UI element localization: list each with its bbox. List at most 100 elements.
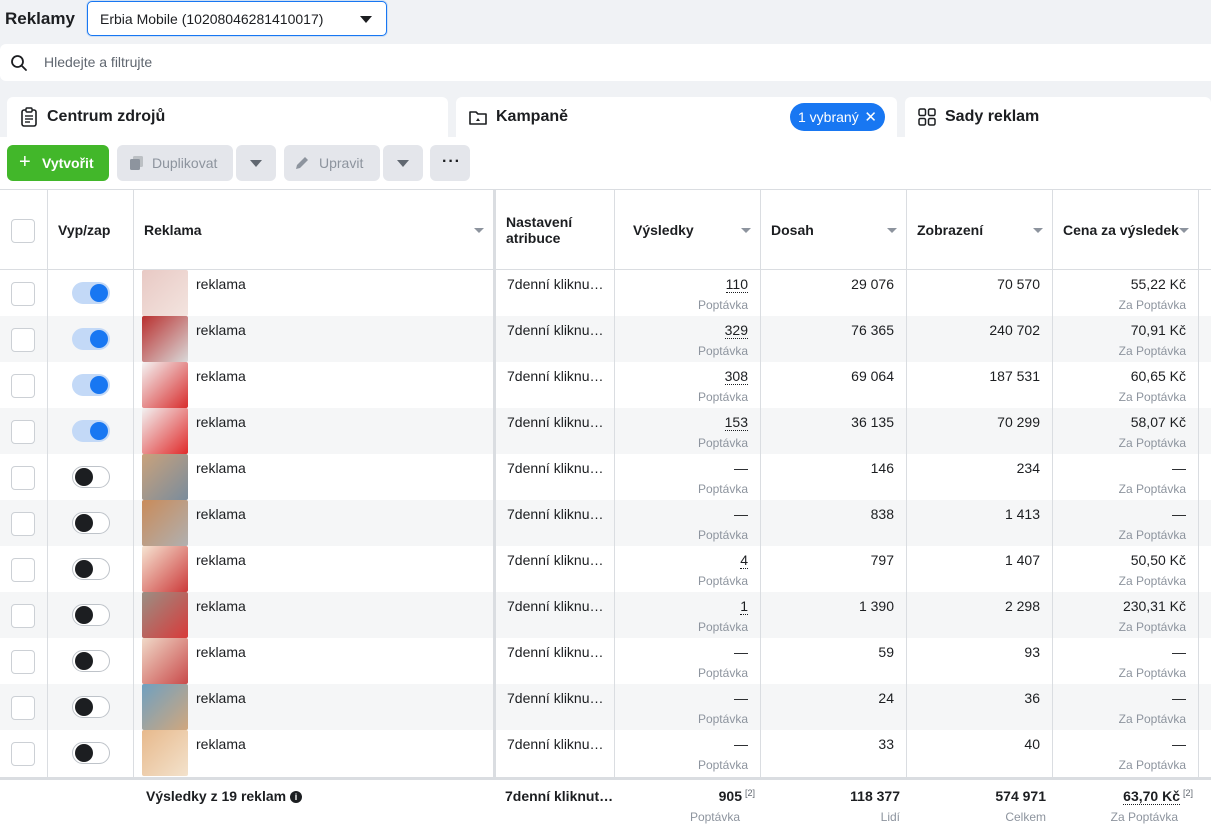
ad-name[interactable]: reklama	[196, 598, 246, 614]
ad-toggle[interactable]	[72, 512, 110, 534]
duplicate-button[interactable]: Duplikovat	[117, 145, 233, 181]
table-row[interactable]: reklama 7denní kliknu… — Poptávka 146 234 — Za …	[0, 454, 1211, 500]
ad-name[interactable]: reklama	[196, 368, 246, 384]
summary-impressions-sub: Celkem	[1005, 810, 1046, 824]
duplicate-dropdown-button[interactable]	[236, 145, 276, 181]
more-options-button[interactable]: ···	[430, 145, 470, 181]
ad-name[interactable]: reklama	[196, 322, 246, 338]
table-row[interactable]: reklama 7denní kliknu… 1 Poptávka 1 390 2 298…	[0, 592, 1211, 638]
ad-thumbnail[interactable]	[142, 730, 188, 776]
results-value: —	[734, 644, 748, 660]
summary-results: 905 [2]	[719, 788, 755, 804]
row-checkbox[interactable]	[11, 558, 35, 582]
ad-toggle[interactable]	[72, 742, 110, 764]
ad-thumbnail[interactable]	[142, 270, 188, 316]
edit-button[interactable]: Upravit	[284, 145, 380, 181]
header-impressions[interactable]: Zobrazení	[907, 190, 1053, 270]
tab-label: Sady reklam	[945, 108, 1040, 125]
results-value[interactable]: 329	[724, 322, 748, 339]
ad-thumbnail[interactable]	[142, 546, 188, 592]
ad-name[interactable]: reklama	[196, 552, 246, 568]
summary-cpr-value: 63,70 Kč	[1123, 788, 1180, 805]
row-checkbox[interactable]	[11, 696, 35, 720]
ad-toggle[interactable]	[72, 604, 110, 626]
table-row[interactable]: reklama 7denní kliknu… 329 Poptávka 76 365 24…	[0, 316, 1211, 362]
header-results[interactable]: Výsledky	[615, 190, 761, 270]
selected-count-chip[interactable]: 1 vybraný ✕	[790, 103, 885, 131]
row-checkbox[interactable]	[11, 604, 35, 628]
table-row[interactable]: reklama 7denní kliknu… 153 Poptávka 36 135 70…	[0, 408, 1211, 454]
ad-name[interactable]: reklama	[196, 644, 246, 660]
results-value[interactable]: 1	[740, 598, 748, 615]
row-checkbox[interactable]	[11, 282, 35, 306]
table-row[interactable]: reklama 7denní kliknu… — Poptávka 838 1 413 — Z…	[0, 500, 1211, 546]
row-checkbox[interactable]	[11, 374, 35, 398]
table-row[interactable]: reklama 7denní kliknu… 110 Poptávka 29 076 70…	[0, 270, 1211, 316]
ad-toggle[interactable]	[72, 696, 110, 718]
ad-thumbnail[interactable]	[142, 500, 188, 546]
ad-name[interactable]: reklama	[196, 414, 246, 430]
ad-thumbnail[interactable]	[142, 316, 188, 362]
results-value[interactable]: 308	[724, 368, 748, 385]
row-checkbox[interactable]	[11, 328, 35, 352]
account-selector[interactable]: Erbia Mobile (10208046281410017)	[87, 1, 387, 36]
edit-dropdown-button[interactable]	[383, 145, 423, 181]
sort-icon[interactable]	[741, 228, 751, 233]
ad-name[interactable]: reklama	[196, 506, 246, 522]
row-checkbox[interactable]	[11, 420, 35, 444]
ad-thumbnail[interactable]	[142, 454, 188, 500]
tab-campaigns[interactable]: Kampaně 1 vybraný ✕	[456, 97, 897, 137]
header-cost-per-result[interactable]: Cena za výsledek	[1053, 190, 1199, 270]
row-checkbox[interactable]	[11, 650, 35, 674]
row-checkbox[interactable]	[11, 466, 35, 490]
duplicate-label: Duplikovat	[152, 155, 218, 171]
sort-icon[interactable]	[887, 228, 897, 233]
ad-toggle[interactable]	[72, 328, 110, 350]
table-row[interactable]: reklama 7denní kliknu… 308 Poptávka 69 064 18…	[0, 362, 1211, 408]
select-all-checkbox[interactable]	[11, 219, 35, 243]
ad-name[interactable]: reklama	[196, 460, 246, 476]
header-ad[interactable]: Reklama	[134, 190, 496, 270]
table-row[interactable]: reklama 7denní kliknu… — Poptávka 33 40 — Za Po…	[0, 730, 1211, 776]
ad-name[interactable]: reklama	[196, 276, 246, 292]
row-checkbox[interactable]	[11, 512, 35, 536]
ad-toggle[interactable]	[72, 420, 110, 442]
sort-icon[interactable]	[474, 228, 484, 233]
table-row[interactable]: reklama 7denní kliknu… 4 Poptávka 797 1 407 50…	[0, 546, 1211, 592]
table-row[interactable]: reklama 7denní kliknu… — Poptávka 59 93 — Za Po…	[0, 638, 1211, 684]
ad-toggle[interactable]	[72, 466, 110, 488]
results-value[interactable]: 153	[724, 414, 748, 431]
table-row[interactable]: reklama 7denní kliknu… — Poptávka 24 36 — Za Po…	[0, 684, 1211, 730]
ad-thumbnail[interactable]	[142, 362, 188, 408]
header-cpr-label: Cena za výsledek	[1063, 222, 1179, 238]
results-value: —	[734, 690, 748, 706]
results-value[interactable]: 4	[740, 552, 748, 569]
ad-toggle[interactable]	[72, 282, 110, 304]
column-divider	[906, 270, 907, 836]
ad-name[interactable]: reklama	[196, 736, 246, 752]
close-icon[interactable]: ✕	[864, 108, 877, 126]
ad-thumbnail[interactable]	[142, 684, 188, 730]
ad-name[interactable]: reklama	[196, 690, 246, 706]
tab-resource-center[interactable]: Centrum zdrojů	[7, 97, 448, 137]
info-icon[interactable]: i	[290, 791, 302, 803]
ad-thumbnail[interactable]	[142, 638, 188, 684]
header-reach[interactable]: Dosah	[761, 190, 907, 270]
row-checkbox[interactable]	[11, 742, 35, 766]
ad-thumbnail[interactable]	[142, 408, 188, 454]
tab-ad-sets[interactable]: Sady reklam	[905, 97, 1211, 137]
summary-results-sub: Poptávka	[689, 810, 740, 824]
folder-icon	[469, 111, 487, 125]
results-value[interactable]: 110	[725, 276, 748, 293]
sort-icon[interactable]	[1033, 228, 1043, 233]
ad-toggle[interactable]	[72, 558, 110, 580]
search-input[interactable]	[44, 52, 644, 72]
ad-toggle[interactable]	[72, 650, 110, 672]
create-button[interactable]: + Vytvořit	[7, 145, 109, 181]
results-type: Poptávka	[697, 344, 748, 358]
sort-icon[interactable]	[1179, 228, 1189, 233]
ad-thumbnail[interactable]	[142, 592, 188, 638]
attribution-setting: 7denní kliknu…	[507, 598, 604, 614]
header-attribution[interactable]: Nastavení atribuce	[496, 190, 615, 270]
ad-toggle[interactable]	[72, 374, 110, 396]
